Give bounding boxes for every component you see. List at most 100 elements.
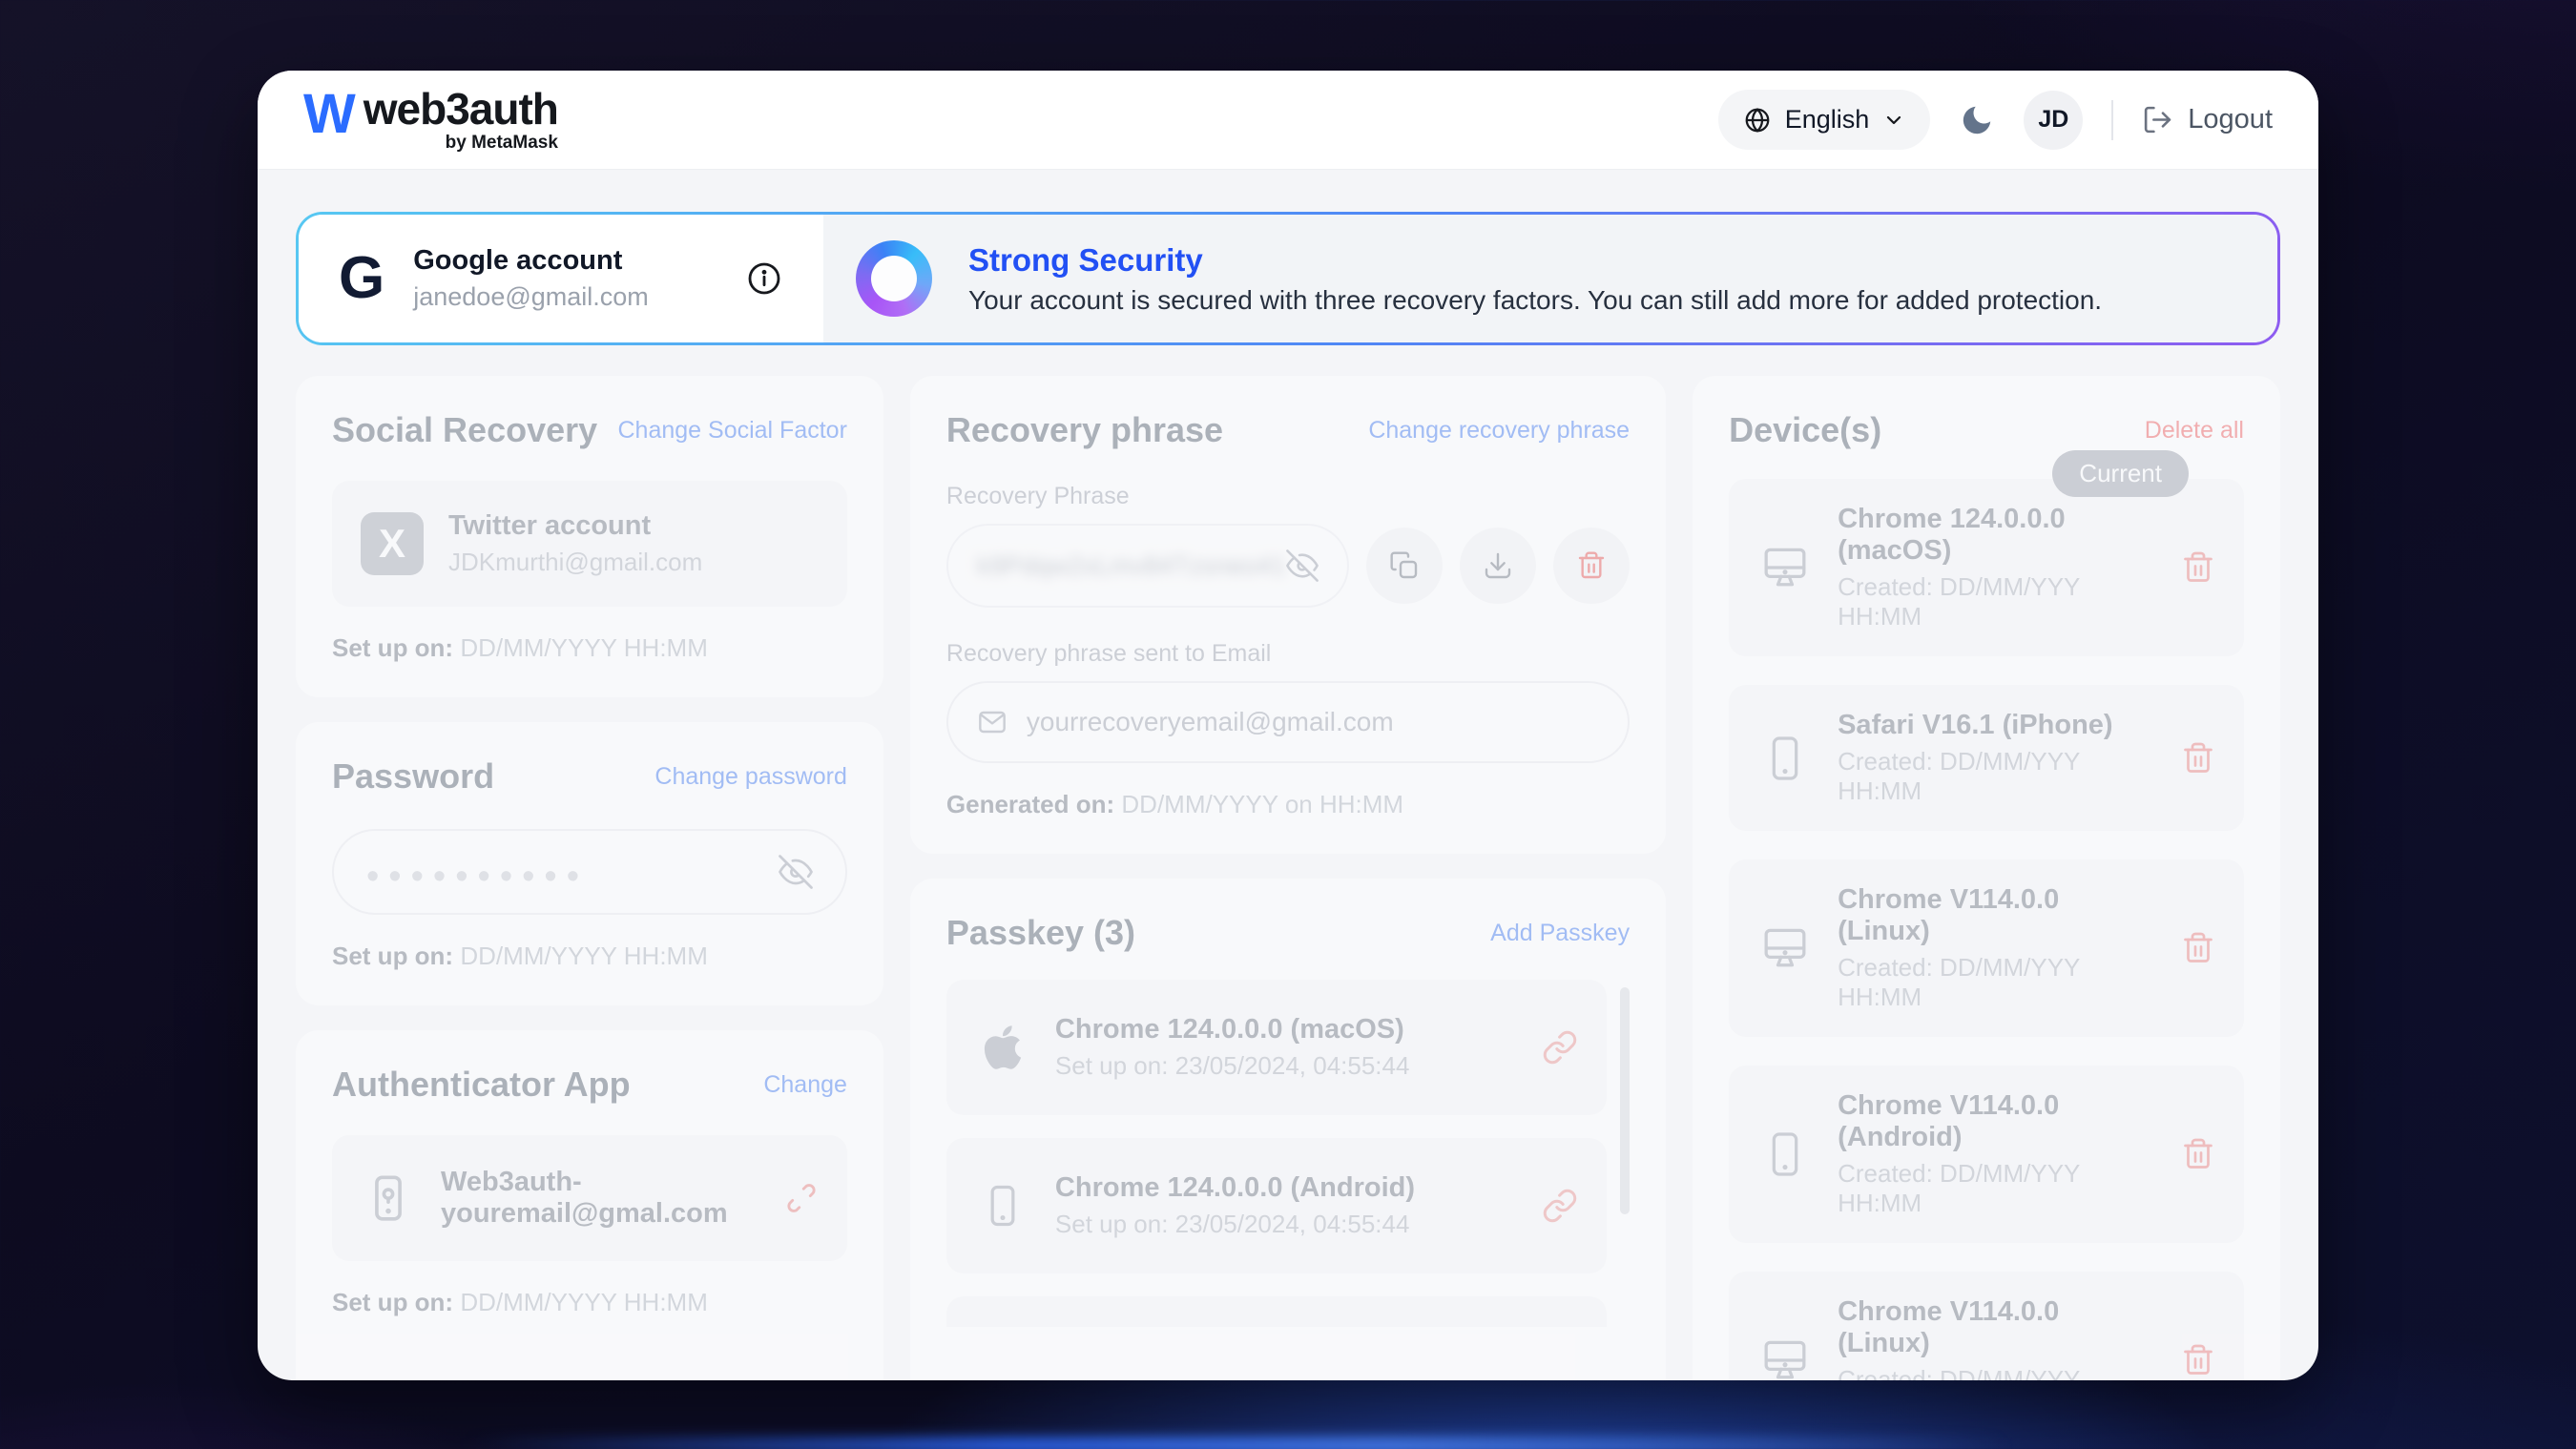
web3auth-logo-icon: W [303, 87, 352, 142]
device-created: Created: DD/MM/YYY HH:MM [1838, 953, 2156, 1012]
security-status-description: Your account is secured with three recov… [968, 285, 2102, 316]
delete-all-devices-link[interactable]: Delete all [2145, 417, 2244, 445]
smartphone-icon [975, 1181, 1030, 1231]
password-masked-value: •••••••••• [366, 849, 589, 895]
add-passkey-link[interactable]: Add Passkey [1490, 920, 1630, 947]
download-phrase-button[interactable] [1460, 528, 1536, 604]
factors-grid: Social Recovery Change Social Factor X T… [296, 376, 2280, 1380]
device-row: Safari V16.1 (iPhone) Created: DD/MM/YYY… [1729, 685, 2244, 831]
account-title: Google account [413, 245, 649, 277]
smartphone-icon [1757, 1128, 1813, 1181]
social-recovery-title: Social Recovery [332, 410, 597, 450]
delete-device-icon[interactable] [2181, 1137, 2215, 1171]
change-recovery-phrase-link[interactable]: Change recovery phrase [1368, 417, 1630, 445]
twitter-account-title: Twitter account [448, 510, 702, 542]
scrollbar-thumb[interactable] [1620, 987, 1630, 1214]
delete-device-icon[interactable] [2181, 550, 2215, 585]
device-row: Chrome V114.0.0 (Linux) Created: DD/MM/Y… [1729, 859, 2244, 1037]
recovery-phrase-card: Recovery phrase Change recovery phrase R… [910, 376, 1666, 854]
security-status-section: Strong Security Your account is secured … [823, 215, 2277, 342]
authenticator-tile: Web3auth-youremail@gmal.com [332, 1135, 847, 1261]
delete-device-icon[interactable] [2181, 741, 2215, 776]
language-label: English [1785, 105, 1870, 135]
device-row: Chrome V114.0.0 (Android) Created: DD/MM… [1729, 1066, 2244, 1243]
desktop-icon [1757, 541, 1813, 594]
change-password-link[interactable]: Change password [654, 763, 847, 791]
envelope-icon [977, 707, 1008, 737]
device-row: Chrome V114.0.0 (Linux) Created: DD/MM/Y… [1729, 1272, 2244, 1380]
passkey-name: Chrome 124.0.0.0 (Android) [1055, 1172, 1415, 1204]
trash-icon [1576, 550, 1607, 581]
user-avatar[interactable]: JD [2024, 91, 2083, 150]
brand-name: web3auth [364, 87, 558, 131]
authenticator-setup-row: Set up on: DD/MM/YYYY HH:MM [332, 1288, 847, 1317]
password-setup-row: Set up on: DD/MM/YYYY HH:MM [332, 942, 847, 971]
password-title: Password [332, 756, 494, 797]
recovery-email-value: yourrecoveryemail@gmail.com [1027, 707, 1394, 737]
smartphone-icon [1757, 732, 1813, 785]
language-selector[interactable]: English [1718, 90, 1931, 150]
recovery-phrase-obscured-value: k9Pdqw2xLmv84Tzsneo41 [977, 551, 1286, 581]
social-setup-row: Set up on: DD/MM/YYYY HH:MM [332, 633, 847, 663]
delete-device-icon[interactable] [2181, 931, 2215, 965]
download-icon [1483, 550, 1513, 581]
unlink-icon[interactable] [784, 1181, 819, 1215]
globe-icon [1743, 106, 1772, 135]
header-divider [2111, 100, 2113, 140]
passkey-list: Chrome 124.0.0.0 (macOS) Set up on: 23/0… [946, 980, 1630, 1327]
passkey-row: Chrome 124.0.0.0 (Android) Set up on: 23… [946, 1138, 1607, 1273]
desktop-icon [1757, 1334, 1813, 1380]
authenticator-title: Authenticator App [332, 1065, 631, 1105]
logout-button[interactable]: Logout [2142, 104, 2273, 135]
passkey-setup: Set up on: 23/05/2024, 04:55:44 [1055, 1210, 1415, 1239]
password-input[interactable]: •••••••••• [332, 829, 847, 915]
recovery-email-label: Recovery phrase sent to Email [946, 640, 1630, 668]
delete-device-icon[interactable] [2181, 1343, 2215, 1377]
recovery-phrase-title: Recovery phrase [946, 410, 1223, 450]
desktop-icon [1757, 921, 1813, 975]
passkey-setup: Set up on: 23/05/2024, 04:55:44 [1055, 1051, 1410, 1081]
current-device-badge: Current [2052, 450, 2189, 497]
phrase-generated-row: Generated on: DD/MM/YYYY on HH:MM [946, 790, 1630, 819]
twitter-account-tile: X Twitter account JDKmurthi@gmail.com [332, 481, 847, 607]
eye-off-icon[interactable] [1286, 549, 1319, 582]
password-card: Password Change password •••••••••• Set … [296, 722, 883, 1005]
change-social-factor-link[interactable]: Change Social Factor [618, 417, 847, 445]
devices-card: Device(s) Delete all Current [1693, 376, 2280, 1380]
eye-off-icon[interactable] [779, 855, 813, 889]
web3auth-logo: W web3auth by MetaMask [303, 87, 558, 154]
logout-label: Logout [2188, 104, 2273, 135]
passkey-row: Chrome 124.0.0.0 (macOS) Set up on: 23/0… [946, 980, 1607, 1115]
passkey-name: Chrome 124.0.0.0 (macOS) [1055, 1014, 1410, 1045]
device-name: Safari V16.1 (iPhone) [1838, 710, 2156, 741]
google-icon: G [339, 249, 384, 308]
recovery-email-input[interactable]: yourrecoveryemail@gmail.com [946, 681, 1630, 763]
security-banner: G Google account janedoe@gmail.com Stro [296, 212, 2280, 345]
delete-phrase-button[interactable] [1553, 528, 1630, 604]
link-icon[interactable] [1542, 1188, 1578, 1224]
passkey-title: Passkey (3) [946, 913, 1135, 953]
dark-mode-toggle[interactable] [1959, 102, 1995, 138]
info-icon[interactable] [745, 259, 783, 298]
authenticator-card: Authenticator App Change Web3auth-yourem… [296, 1030, 883, 1380]
connected-account-section: G Google account janedoe@gmail.com [299, 215, 823, 342]
copy-phrase-button[interactable] [1366, 528, 1443, 604]
app-window: W web3auth by MetaMask English [258, 71, 2318, 1380]
top-header: W web3auth by MetaMask English [258, 71, 2318, 170]
recovery-phrase-label: Recovery Phrase [946, 483, 1630, 510]
device-created: Created: DD/MM/YYY HH:MM [1838, 572, 2156, 631]
device-name: Chrome V114.0.0 (Android) [1838, 1090, 2156, 1153]
apple-icon [975, 1023, 1030, 1072]
x-twitter-icon: X [361, 512, 424, 575]
chevron-down-icon [1882, 109, 1905, 132]
link-icon[interactable] [1542, 1029, 1578, 1066]
bottom-glow-decoration [464, 1438, 2009, 1449]
security-status-title: Strong Security [968, 242, 2102, 279]
phone-shield-icon [361, 1170, 416, 1226]
change-authenticator-link[interactable]: Change [763, 1071, 847, 1099]
logout-icon [2142, 104, 2173, 135]
recovery-phrase-input[interactable]: k9Pdqw2xLmv84Tzsneo41 [946, 524, 1349, 608]
brand-byline: by MetaMask [446, 133, 558, 154]
authenticator-account-label: Web3auth-youremail@gmal.com [441, 1167, 759, 1230]
devices-title: Device(s) [1729, 410, 1881, 450]
